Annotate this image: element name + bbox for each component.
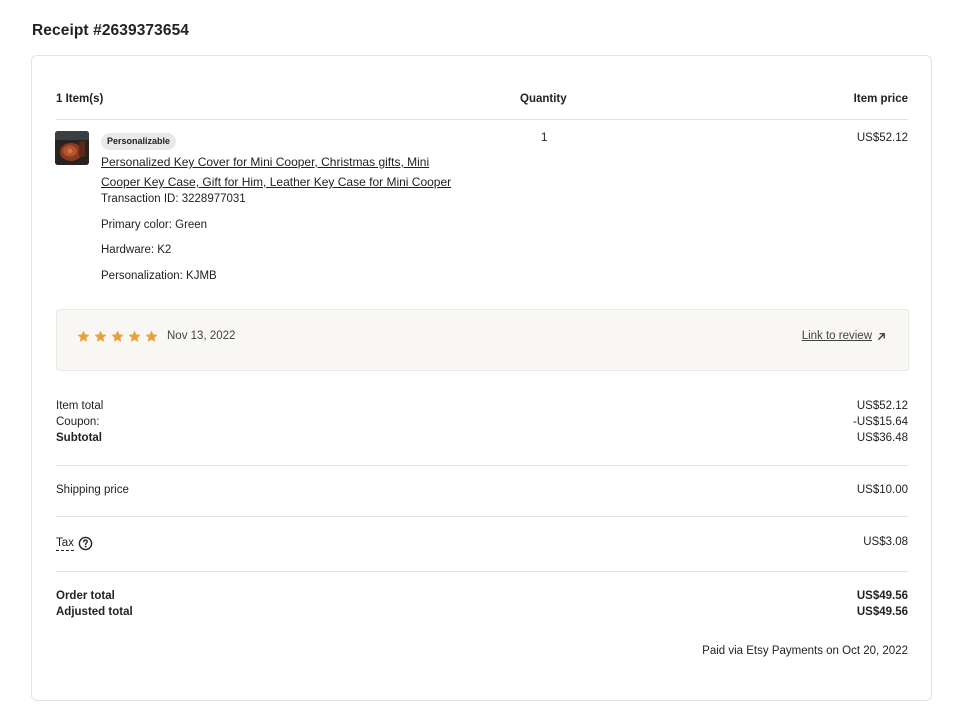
shipping-divider	[56, 516, 908, 517]
quantity-column-header: Quantity	[520, 93, 567, 105]
product-thumbnail-image	[55, 131, 89, 165]
star-icon	[145, 330, 158, 342]
item-quantity: 1	[541, 132, 548, 144]
coupon-label: Coupon:	[56, 416, 100, 428]
item-personalization: Personalization: KJMB	[101, 270, 217, 282]
transaction-id: Transaction ID: 3228977031	[101, 193, 246, 205]
order-total-value: US$49.56	[856, 590, 908, 602]
star-icon	[128, 330, 141, 342]
items-column-header: 1 Item(s)	[56, 93, 104, 105]
star-icon	[111, 330, 124, 342]
subtotal-divider	[56, 465, 908, 466]
star-icon	[77, 330, 90, 342]
coupon-value: -US$15.64	[853, 416, 908, 428]
review-date: Nov 13, 2022	[167, 330, 236, 342]
price-column-header: Item price	[853, 93, 908, 105]
item-title-link[interactable]: Personalized Key Cover for Mini Cooper, …	[101, 152, 471, 192]
personalizable-badge: Personalizable	[101, 133, 177, 150]
item-hardware: Hardware: K2	[101, 244, 172, 256]
shipping-label: Shipping price	[56, 484, 129, 496]
order-total-label: Order total	[56, 590, 115, 602]
item-price: US$52.12	[856, 132, 908, 144]
receipt-title: Receipt #2639373654	[32, 22, 190, 39]
subtotal-label: Subtotal	[56, 432, 102, 444]
star-rating	[76, 329, 159, 344]
tax-row: Tax	[56, 536, 93, 551]
payment-note: Paid via Etsy Payments on Oct 20, 2022	[702, 645, 908, 657]
receipt-card: 1 Item(s) Quantity Item price Personaliz…	[31, 55, 932, 701]
item-total-value: US$52.12	[856, 400, 908, 412]
subtotal-value: US$36.48	[856, 432, 908, 444]
tax-divider	[56, 571, 908, 572]
adjusted-total-label: Adjusted total	[56, 606, 133, 618]
link-to-review[interactable]: Link to review	[802, 330, 887, 342]
header-divider	[56, 119, 908, 120]
adjusted-total-value: US$49.56	[856, 606, 908, 618]
link-to-review-label: Link to review	[801, 330, 872, 342]
item-total-label: Item total	[56, 400, 104, 412]
review-panel: Nov 13, 2022 Link to review	[56, 309, 909, 371]
star-icon	[94, 330, 107, 342]
external-arrow-icon	[878, 332, 885, 340]
tax-label[interactable]: Tax	[56, 537, 74, 551]
help-icon[interactable]	[78, 536, 93, 551]
product-thumbnail[interactable]	[55, 131, 89, 165]
shipping-value: US$10.00	[856, 484, 908, 496]
item-primary-color: Primary color: Green	[101, 219, 208, 231]
tax-value: US$3.08	[863, 536, 908, 548]
